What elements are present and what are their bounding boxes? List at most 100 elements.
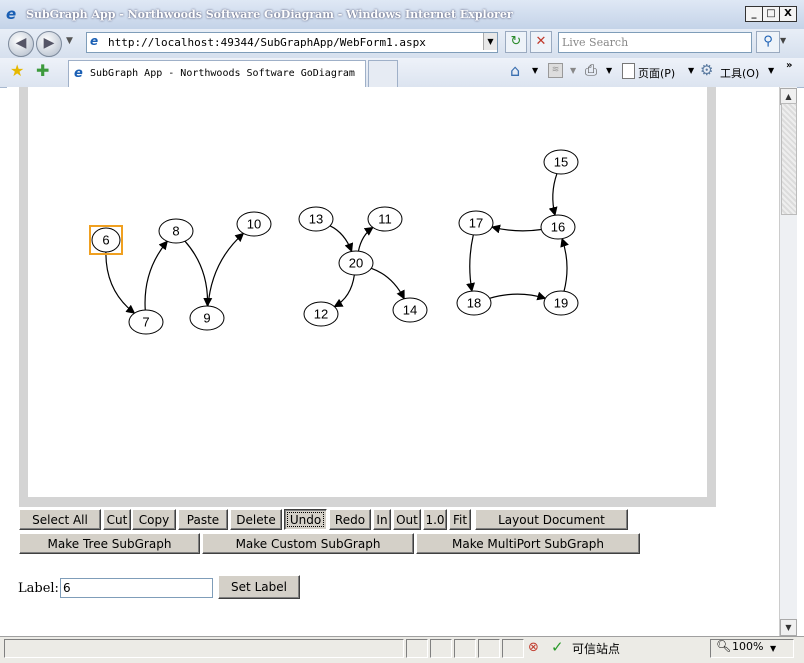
diagram-node-17[interactable]: 17: [458, 210, 494, 236]
diagram-link-19-16[interactable]: [560, 237, 569, 292]
page-dropdown-icon[interactable]: ▼: [688, 66, 694, 75]
make-multiport-subgraph-button[interactable]: Make MultiPort SubGraph: [416, 533, 640, 554]
diagram-link-18-19[interactable]: [489, 291, 547, 301]
diagram-link-17-18[interactable]: [466, 234, 475, 293]
copy-button[interactable]: Copy: [132, 509, 176, 530]
new-tab-button[interactable]: [368, 60, 398, 87]
minimize-button[interactable]: _: [745, 6, 763, 22]
diagram-link-7-8[interactable]: [144, 240, 168, 311]
label-input[interactable]: [60, 578, 213, 598]
node-label: 17: [469, 216, 483, 231]
node-label: 19: [554, 296, 568, 311]
label-caption: Label:: [18, 581, 59, 596]
chevron-more-icon[interactable]: »: [786, 60, 792, 71]
ie-logo-icon: e: [6, 5, 17, 23]
page-menu-icon[interactable]: [622, 63, 635, 79]
status-segment: [478, 639, 500, 658]
node-label: 8: [172, 224, 179, 239]
home-dropdown-icon[interactable]: ▼: [532, 66, 538, 75]
page-menu[interactable]: 页面(P): [638, 65, 675, 81]
zoom-out-button[interactable]: Out: [393, 509, 421, 530]
diagram-node-18[interactable]: 18: [456, 290, 492, 316]
tools-dropdown-icon[interactable]: ▼: [768, 66, 774, 75]
forward-icon[interactable]: ▶: [36, 31, 62, 57]
tab-title: SubGraph App - Northwoods Software GoDia…: [90, 68, 355, 79]
node-label: 12: [314, 307, 328, 322]
tools-menu[interactable]: 工具(O): [720, 65, 759, 81]
favorites-star-icon[interactable]: ★: [10, 61, 24, 80]
feeds-dropdown-icon[interactable]: ▼: [570, 66, 576, 75]
select-all-button[interactable]: Select All: [19, 509, 101, 530]
diagram-link-9-10[interactable]: [207, 232, 245, 307]
set-label-button[interactable]: Set Label: [218, 575, 300, 599]
diagram-node-15[interactable]: 15: [543, 149, 579, 175]
node-label: 9: [203, 311, 210, 326]
node-label: 10: [247, 217, 261, 232]
node-label: 14: [403, 303, 417, 318]
print-dropdown-icon[interactable]: ▼: [606, 66, 612, 75]
history-dropdown-icon[interactable]: ▼: [66, 36, 73, 46]
stop-icon[interactable]: ✕: [530, 31, 552, 53]
layout-document-button[interactable]: Layout Document: [475, 509, 628, 530]
redo-button[interactable]: Redo: [329, 509, 371, 530]
maximize-button[interactable]: □: [762, 6, 780, 22]
home-icon[interactable]: ⌂: [510, 61, 520, 80]
refresh-icon[interactable]: ↻: [505, 31, 527, 53]
tools-gear-icon[interactable]: ⚙: [700, 61, 713, 79]
scroll-down-button[interactable]: ▼: [780, 619, 797, 636]
node-label: 7: [142, 315, 149, 330]
undo-button[interactable]: Undo: [284, 509, 327, 530]
zoom-level[interactable]: 100%: [732, 640, 763, 653]
node-label: 20: [349, 256, 363, 271]
diagram-svg[interactable]: 6 7 8 9 10 11 12 13 14 15 16 17 18 19 20: [28, 87, 707, 497]
popup-blocked-icon[interactable]: ⊗: [528, 640, 539, 655]
search-options-icon[interactable]: ▼: [780, 36, 786, 45]
back-icon[interactable]: ◀: [8, 31, 34, 57]
diagram-node-8[interactable]: 8: [158, 218, 194, 244]
diagram-node-9[interactable]: 9: [189, 305, 225, 331]
make-custom-subgraph-button[interactable]: Make Custom SubGraph: [202, 533, 414, 554]
diagram-node-19[interactable]: 19: [543, 290, 579, 316]
status-segment: [430, 639, 452, 658]
diagram-node-12[interactable]: 12: [303, 301, 339, 327]
tab-page-icon: e: [74, 66, 83, 81]
close-button[interactable]: X: [779, 6, 797, 22]
diagram-node-20[interactable]: 20: [338, 250, 374, 276]
zoom-reset-button[interactable]: 1.0: [423, 509, 447, 530]
address-dropdown-icon[interactable]: ▼: [483, 33, 497, 50]
diagram-link-6-7[interactable]: [105, 251, 136, 314]
make-tree-subgraph-button[interactable]: Make Tree SubGraph: [19, 533, 200, 554]
diagram-node-13[interactable]: 13: [298, 206, 334, 232]
add-favorite-icon[interactable]: ✚: [36, 61, 49, 80]
fit-button[interactable]: Fit: [449, 509, 471, 530]
print-icon[interactable]: ⎙: [585, 61, 597, 79]
diagram-link-13-20[interactable]: [329, 225, 354, 253]
scroll-thumb[interactable]: [781, 103, 797, 215]
diagram-node-11[interactable]: 11: [367, 206, 403, 232]
feeds-icon[interactable]: ≋: [548, 63, 563, 78]
node-label: 13: [309, 212, 323, 227]
diagram-node-16[interactable]: 16: [540, 214, 576, 240]
diagram-link-20-11[interactable]: [357, 226, 374, 252]
diagram-node-10[interactable]: 10: [236, 211, 272, 237]
search-icon[interactable]: ⚲: [756, 31, 780, 53]
delete-button[interactable]: Delete: [230, 509, 282, 530]
zoom-in-button[interactable]: In: [373, 509, 391, 530]
zoom-magnifier-icon[interactable]: 🔍︎: [716, 639, 731, 653]
page-icon: e: [90, 34, 99, 48]
diagram-link-16-17[interactable]: [491, 224, 542, 234]
cut-button[interactable]: Cut: [103, 509, 131, 530]
status-segment: [406, 639, 428, 658]
node-label: 16: [551, 220, 565, 235]
diagram-link-20-14[interactable]: [371, 267, 405, 300]
diagram-link-8-9[interactable]: [184, 240, 213, 308]
diagram-node-7[interactable]: 7: [128, 309, 164, 335]
diagram-link-15-16[interactable]: [548, 173, 558, 217]
security-zone-label[interactable]: 可信站点: [572, 640, 620, 657]
diagram-node-14[interactable]: 14: [392, 297, 428, 323]
diagram-node-6[interactable]: 6: [89, 225, 123, 255]
diagram-link-20-12[interactable]: [333, 274, 355, 308]
paste-button[interactable]: Paste: [178, 509, 228, 530]
diagram-canvas[interactable]: 6 7 8 9 10 11 12 13 14 15 16 17 18 19 20: [28, 87, 707, 497]
zoom-dropdown-icon[interactable]: ▼: [770, 644, 776, 653]
